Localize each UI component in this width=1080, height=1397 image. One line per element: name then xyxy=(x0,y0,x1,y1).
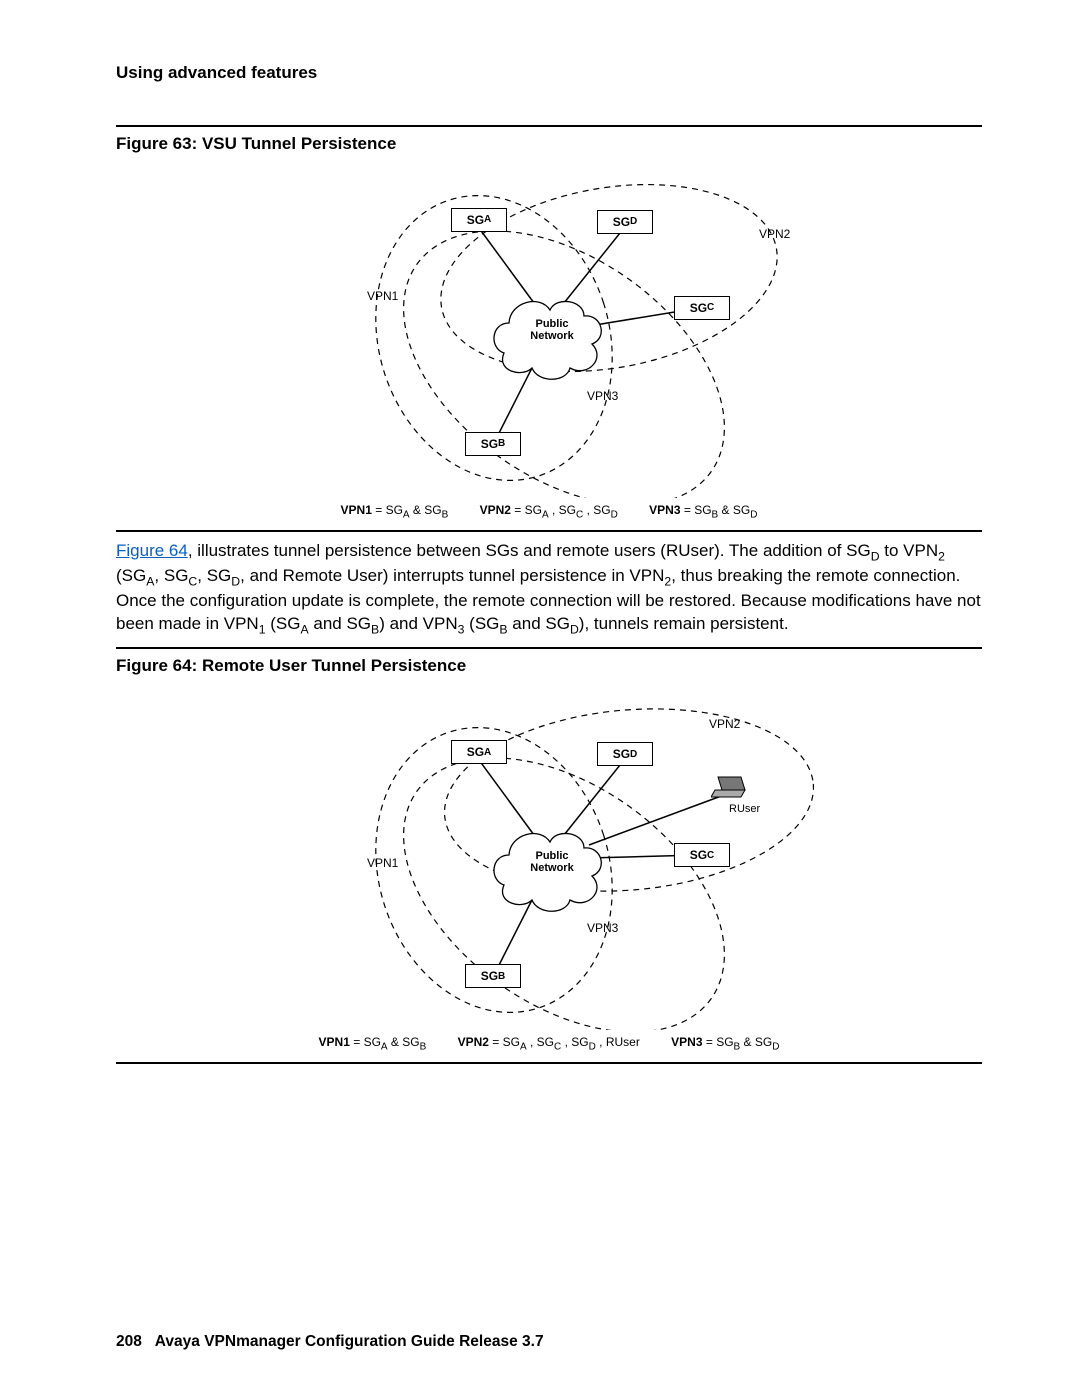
node-sgc-2: SGC xyxy=(674,843,730,867)
label-public: Public xyxy=(535,318,568,330)
page-number: 208 xyxy=(116,1333,142,1350)
label-vpn3-2: VPN3 xyxy=(587,920,618,936)
rule-bottom-fig63 xyxy=(116,530,982,532)
rule-bottom-fig64 xyxy=(116,1062,982,1064)
page-footer: 208 Avaya VPNmanager Configuration Guide… xyxy=(116,1332,544,1353)
figure64-legend: VPN1 = SGA & SGB VPN2 = SGA , SGC , SGD … xyxy=(116,1034,982,1054)
node-sga: SGA xyxy=(451,208,507,232)
figure64-title: Figure 64: Remote User Tunnel Persistenc… xyxy=(116,655,982,678)
node-sgb: SGB xyxy=(465,432,521,456)
label-ruser: RUser xyxy=(729,802,760,817)
label-network-2: Network xyxy=(530,862,573,874)
label-public-2: Public xyxy=(535,850,568,862)
node-sgd-2: SGD xyxy=(597,742,653,766)
node-sga-2: SGA xyxy=(451,740,507,764)
label-vpn2-2: VPN2 xyxy=(709,716,740,732)
rule-top-fig63 xyxy=(116,125,982,127)
node-sgd: SGD xyxy=(597,210,653,234)
label-vpn3: VPN3 xyxy=(587,388,618,404)
page: Using advanced features Figure 63: VSU T… xyxy=(0,0,1080,1397)
figure64-link[interactable]: Figure 64 xyxy=(116,541,188,560)
doc-title: Avaya VPNmanager Configuration Guide Rel… xyxy=(155,1333,544,1350)
label-network: Network xyxy=(530,330,573,342)
ruser-laptop-icon xyxy=(711,775,747,799)
label-vpn1-2: VPN1 xyxy=(367,855,398,871)
figure64-diagram: SGA SGD SGC SGB RUser VPN1 VPN2 VPN3 Pub… xyxy=(269,680,829,1030)
node-sgb-2: SGB xyxy=(465,964,521,988)
rule-top-fig64 xyxy=(116,647,982,649)
figure63-legend: VPN1 = SGA & SGB VPN2 = SGA , SGC , SGD … xyxy=(116,502,982,522)
label-vpn1: VPN1 xyxy=(367,288,398,304)
label-vpn2: VPN2 xyxy=(759,226,790,242)
node-sgc: SGC xyxy=(674,296,730,320)
section-heading: Using advanced features xyxy=(116,62,982,85)
figure63-title: Figure 63: VSU Tunnel Persistence xyxy=(116,133,982,156)
figure63-diagram: SGA SGD SGC SGB VPN1 VPN2 VPN3 Public Ne… xyxy=(269,158,829,498)
body-paragraph: Figure 64, illustrates tunnel persistenc… xyxy=(116,540,982,638)
